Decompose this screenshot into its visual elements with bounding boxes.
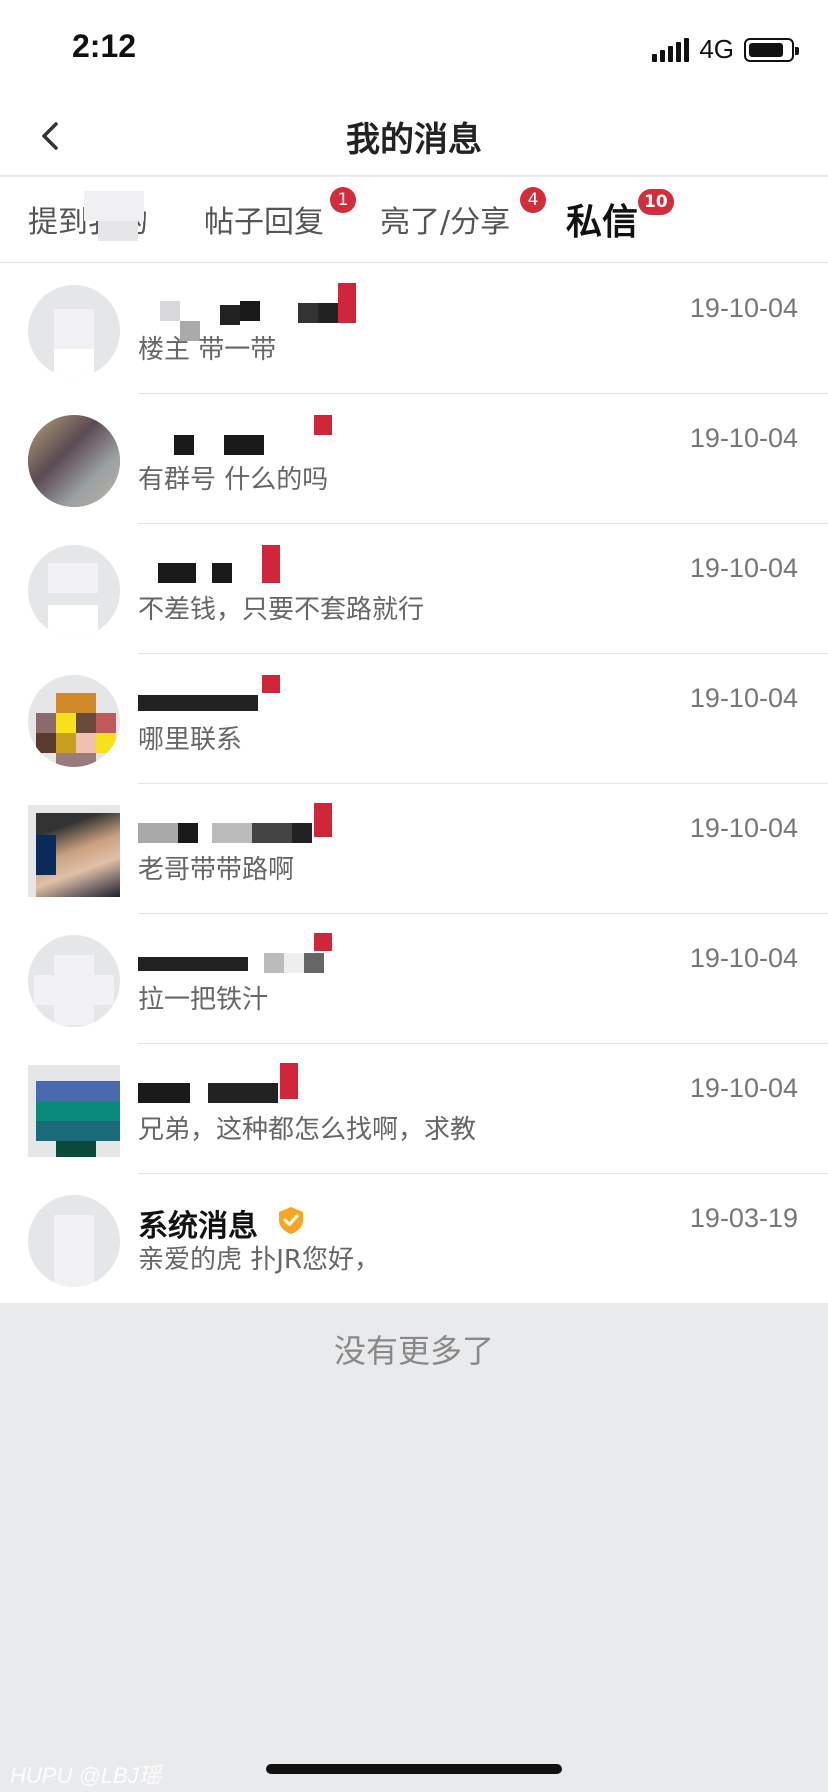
tab-label: 私信 — [566, 202, 639, 243]
status-icons: 4G — [652, 34, 799, 65]
signal-icon — [652, 37, 690, 62]
home-indicator[interactable] — [266, 1764, 562, 1774]
watermark: HUPU @LBJ瑶 — [10, 1763, 161, 1788]
network-label: 4G — [699, 34, 734, 64]
contact-name-pixelated — [138, 543, 378, 583]
message-date: 19-10-04 — [689, 423, 798, 453]
contact-name-pixelated — [138, 283, 378, 341]
pixelated-mask — [84, 191, 144, 221]
contact-name-pixelated — [138, 413, 378, 455]
message-row[interactable]: 哪里联系 19-10-04 — [0, 653, 828, 783]
message-preview: 兄弟，这种都怎么找啊，求教 — [138, 1115, 477, 1145]
contact-name-pixelated — [138, 673, 378, 713]
pixelated-mask — [98, 221, 138, 241]
tab-private-messages[interactable]: 私信 10 — [566, 189, 674, 245]
screen: 2:12 4G 我的消息 提到我的 帖子回复 1 亮了/分享 4 私信 10 楼… — [0, 0, 828, 1792]
message-row[interactable]: 不差钱，只要不套路就行 19-10-04 — [0, 523, 828, 653]
message-row[interactable]: 兄弟，这种都怎么找啊，求教 19-10-04 — [0, 1043, 828, 1173]
message-date: 19-10-04 — [689, 943, 798, 973]
message-date: 19-10-04 — [689, 1073, 798, 1103]
avatar — [28, 1195, 120, 1287]
tab-label: 帖子回复 — [204, 205, 324, 240]
no-more-label: 没有更多了 — [333, 1332, 494, 1370]
message-preview: 拉一把铁汁 — [138, 985, 269, 1015]
contact-name-pixelated — [138, 1063, 378, 1103]
tab-post-replies[interactable]: 帖子回复 1 — [204, 187, 356, 241]
message-preview: 不差钱，只要不套路就行 — [138, 595, 425, 625]
message-preview: 亲爱的虎 扑JR您好， — [138, 1245, 380, 1275]
message-preview: 老哥带带路啊 — [138, 855, 295, 885]
unread-badge: 4 — [520, 187, 546, 213]
message-date: 19-10-04 — [689, 813, 798, 843]
message-date: 19-10-04 — [689, 293, 798, 323]
avatar — [28, 415, 120, 507]
battery-icon — [744, 37, 799, 62]
message-date: 19-03-19 — [689, 1203, 798, 1233]
message-row-system[interactable]: 系统消息 亲爱的虎 扑JR您好， 19-03-19 — [0, 1173, 828, 1303]
message-row[interactable]: 拉一把铁汁 19-10-04 — [0, 913, 828, 1043]
tab-bar: 提到我的 帖子回复 1 亮了/分享 4 私信 10 — [0, 177, 828, 263]
message-preview: 哪里联系 — [138, 725, 243, 755]
message-row[interactable]: 有群号 什么的吗 19-10-04 — [0, 393, 828, 523]
message-row[interactable]: 楼主 带一带 19-10-04 — [0, 263, 828, 393]
message-row[interactable]: 老哥带带路啊 19-10-04 — [0, 783, 828, 913]
message-list: 楼主 带一带 19-10-04 有群号 什么的吗 19-10-04 不差钱，只要… — [0, 263, 828, 1303]
avatar — [28, 285, 120, 377]
message-date: 19-10-04 — [689, 553, 798, 583]
unread-badge: 10 — [638, 189, 674, 215]
nav-bar: 我的消息 — [0, 96, 828, 176]
avatar — [28, 935, 120, 1027]
contact-name-pixelated — [138, 933, 378, 973]
unread-badge: 1 — [330, 187, 356, 213]
status-bar: 2:12 4G — [0, 0, 828, 96]
verified-shield-icon — [279, 1207, 303, 1234]
contact-name-pixelated — [138, 803, 378, 843]
tab-label: 亮了/分享 — [380, 205, 511, 240]
avatar — [28, 805, 120, 897]
avatar — [28, 675, 120, 767]
avatar — [28, 545, 120, 637]
tab-likes-shares[interactable]: 亮了/分享 4 — [380, 187, 546, 241]
message-preview: 楼主 带一带 — [138, 335, 277, 365]
avatar — [28, 1065, 120, 1157]
message-date: 19-10-04 — [689, 683, 798, 713]
status-time: 2:12 — [72, 28, 137, 64]
message-preview: 有群号 什么的吗 — [138, 465, 329, 495]
tab-mentions[interactable]: 提到我的 — [28, 191, 148, 241]
page-title: 我的消息 — [346, 120, 482, 160]
